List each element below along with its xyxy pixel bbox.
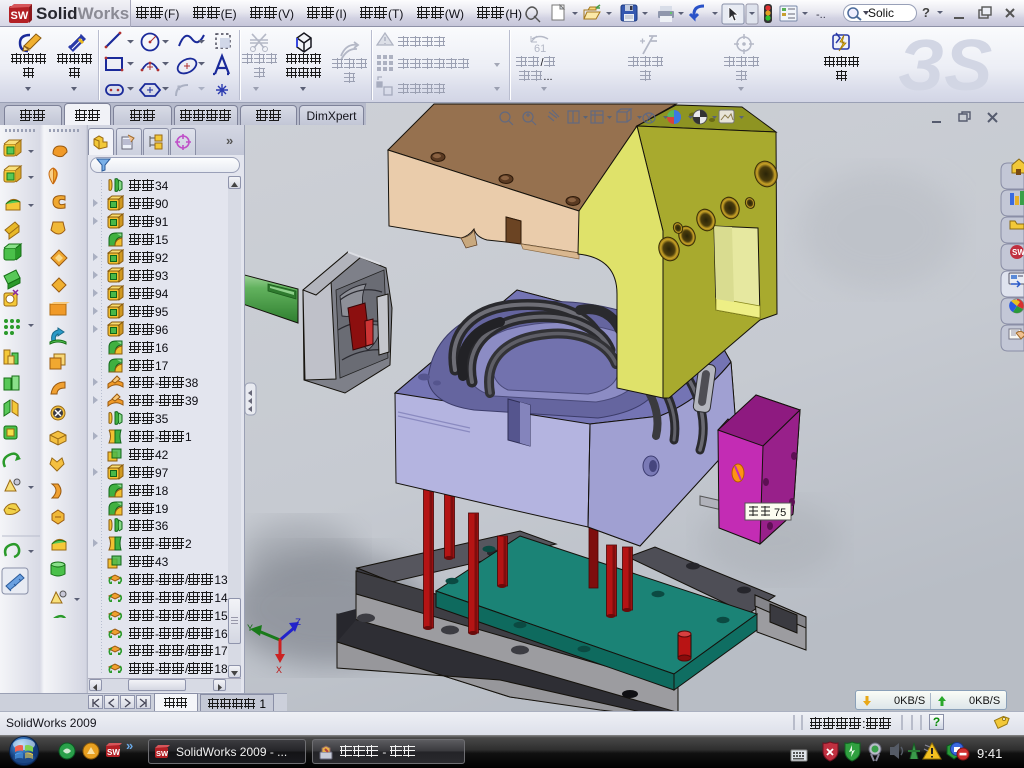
svg-text:X: X — [276, 666, 282, 677]
svg-text:Y: Y — [247, 624, 253, 635]
svg-text:SW: SW — [156, 749, 169, 758]
svg-text:75: 75 — [774, 507, 786, 519]
svg-text:Z: Z — [295, 618, 301, 629]
svg-text:SW: SW — [1012, 248, 1024, 257]
svg-text:-..: -.. — [816, 9, 826, 21]
svg-text:61: 61 — [534, 43, 546, 55]
svg-text:SW: SW — [107, 748, 120, 757]
svg-text:SW: SW — [11, 10, 29, 22]
